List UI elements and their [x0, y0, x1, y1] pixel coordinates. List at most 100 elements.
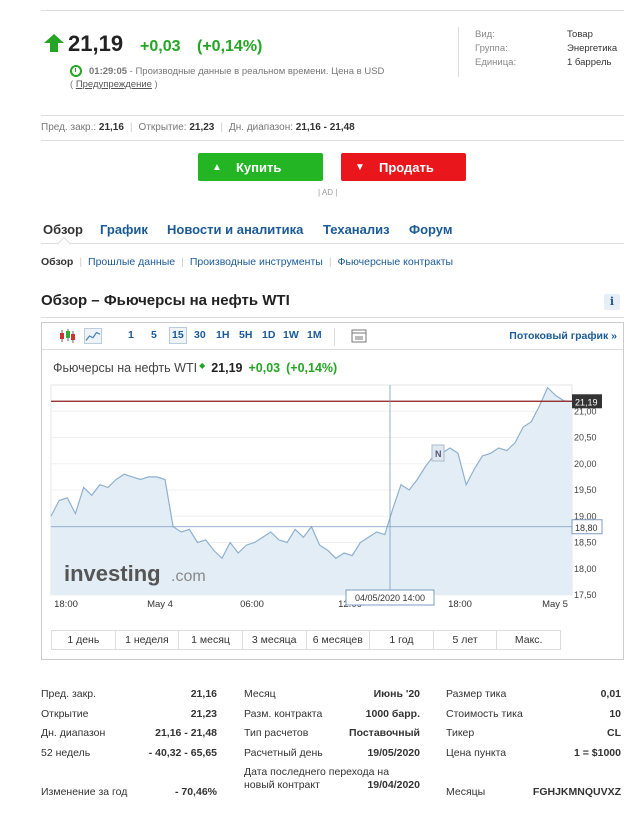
detail-value: 0,01 — [600, 688, 621, 700]
range-max[interactable]: Макс. — [497, 631, 560, 649]
meta-row: Единица: 1 баррель — [475, 57, 625, 68]
status-text: - Производные данные в реальном времени.… — [127, 66, 365, 77]
range-1m[interactable]: 1 месяц — [179, 631, 243, 649]
details-col-1: Пред. закр. 21,16 Открытие 21,23 Дн. диапазо… — [41, 688, 217, 805]
meta-row: Вид: Товар — [475, 29, 625, 40]
detail-row: Тип расчетов Поставочный — [244, 727, 420, 747]
buy-button[interactable]: ▲ Купить — [198, 153, 323, 181]
timeframe-1d[interactable]: 1D — [262, 329, 275, 341]
range-6m[interactable]: 6 месяцев — [307, 631, 371, 649]
detail-row: Месяц Июнь '20 — [244, 688, 420, 708]
range-5y[interactable]: 5 лет — [434, 631, 498, 649]
x-tick-label: 18:00 — [54, 599, 78, 610]
tab-forum[interactable]: Форум — [409, 222, 452, 237]
tab-overview[interactable]: Обзор — [43, 222, 83, 237]
detail-value: 10 — [609, 707, 621, 720]
detail-label: 52 недель — [41, 746, 91, 759]
x-tick-label: May 4 — [147, 599, 173, 610]
detail-row — [41, 766, 217, 786]
timeframe-1h[interactable]: 1H — [216, 329, 229, 341]
instrument-meta: Вид: Товар Группа: Энергетика Единица: 1 ба… — [458, 27, 624, 77]
detail-value: 21,16 — [190, 688, 217, 700]
detail-value: Поставочный — [349, 727, 420, 739]
timeframe-1w[interactable]: 1W — [283, 329, 299, 341]
price-chart[interactable]: 21,0020,5020,0019,5019,0018,5018,0017,50… — [50, 383, 610, 613]
timeframe-1[interactable]: 1 — [128, 329, 134, 341]
detail-label: Открытие — [41, 707, 89, 720]
subtab-history[interactable]: Прошлые данные — [88, 256, 175, 268]
section-title: Обзор – Фьючерсы на нефть WTI — [41, 292, 290, 309]
warning-link[interactable]: Предупреждение — [76, 79, 152, 90]
detail-row: Размер тика 0,01 — [446, 688, 621, 708]
detail-label: Тикер — [446, 727, 475, 739]
meta-value: Энергетика — [567, 43, 618, 54]
subtab-futures[interactable]: Фьючерсные контракты — [338, 256, 454, 268]
detail-value: 19/05/2020 — [367, 746, 420, 759]
watermark-suffix: .com — [171, 568, 206, 585]
range-3m[interactable]: 3 месяца — [243, 631, 307, 649]
detail-label: Стоимость тика — [446, 707, 523, 720]
toolbar-divider — [334, 328, 335, 346]
detail-row: Расчетный день 19/05/2020 — [244, 747, 420, 767]
timeframe-15[interactable]: 15 — [169, 327, 187, 344]
summary-stats: Пред. закр.: 21,16 | Открытие: 21,23 | Дн. д… — [41, 115, 624, 141]
info-icon[interactable]: i — [604, 294, 620, 310]
detail-label: Месяцы — [446, 785, 486, 798]
detail-value: FGHJKMNQUVXZ — [532, 785, 621, 798]
buy-label: Купить — [236, 159, 282, 175]
detail-row: новый контракт 19/04/2020 — [244, 779, 420, 799]
timeframe-5[interactable]: 5 — [151, 329, 157, 341]
streaming-chart-link[interactable]: Потоковый график » — [509, 330, 617, 342]
detail-row: Дн. диапазон 21,16 - 21,48 — [41, 727, 217, 747]
detail-value: Июнь '20 — [373, 688, 420, 700]
meta-label: Единица: — [475, 57, 517, 68]
timeframe-1m[interactable]: 1M — [307, 329, 322, 341]
timeframe-5h[interactable]: 5H — [239, 329, 252, 341]
divider — [41, 317, 624, 318]
y-tick-label: 20,50 — [574, 433, 597, 443]
detail-value: 1 = $1000 — [573, 746, 621, 759]
prev-close-value: 21,16 — [98, 122, 124, 133]
tab-chart[interactable]: График — [100, 222, 148, 237]
open-label: Открытие: — [138, 122, 187, 133]
detail-row: Тикер CL — [446, 727, 621, 747]
range-1w[interactable]: 1 неделя — [116, 631, 180, 649]
timeframe-30[interactable]: 30 — [194, 329, 206, 341]
detail-label: новый контракт — [244, 779, 320, 791]
area-chart-icon[interactable] — [84, 328, 102, 344]
tab-technical[interactable]: Теханализ — [323, 222, 390, 237]
crosshair-time-label: 04/05/2020 14:00 — [355, 593, 425, 603]
x-tick-label: 06:00 — [240, 599, 264, 610]
subtab-derivatives[interactable]: Производные инструменты — [190, 256, 323, 268]
chart-instrument-name: Фьючерсы на нефть WTI — [53, 361, 198, 375]
day-range-label: Дн. диапазон: — [228, 122, 294, 133]
detail-label: Изменение за год — [41, 785, 128, 798]
detail-value: 1000 барр. — [365, 707, 420, 720]
active-tab-caret — [56, 236, 72, 252]
detail-label: Дата последнего перехода на — [244, 766, 390, 778]
detail-value: - 40,32 - 65,65 — [148, 746, 217, 759]
tab-news[interactable]: Новости и аналитика — [167, 222, 303, 237]
detail-value: CL — [607, 727, 621, 739]
currency: USD — [364, 66, 385, 77]
open-value: 21,23 — [189, 122, 215, 133]
x-tick-label: 18:00 — [448, 599, 472, 610]
detail-value: - 70,46% — [174, 785, 217, 798]
subtab-overview[interactable]: Обзор — [41, 256, 73, 268]
sell-button[interactable]: ▼ Продать — [341, 153, 466, 181]
y-tick-label: 19,50 — [574, 485, 597, 495]
calendar-icon[interactable] — [350, 328, 368, 344]
range-1y[interactable]: 1 год — [370, 631, 434, 649]
current-price-label: 21,19 — [575, 397, 598, 407]
meta-label: Вид: — [475, 29, 495, 40]
detail-row: Пред. закр. 21,16 — [41, 688, 217, 708]
detail-label: Дн. диапазон — [41, 727, 106, 739]
range-1d[interactable]: 1 день — [52, 631, 116, 649]
detail-label: Тип расчетов — [244, 727, 309, 739]
realtime-status: 01:29:05 - Производные данные в реальном… — [89, 66, 384, 77]
y-tick-label: 17,50 — [574, 590, 597, 600]
candlestick-icon[interactable] — [58, 328, 76, 344]
y-tick-label: 20,00 — [574, 459, 597, 469]
detail-row — [446, 766, 621, 786]
paren-close: ) — [151, 79, 158, 90]
